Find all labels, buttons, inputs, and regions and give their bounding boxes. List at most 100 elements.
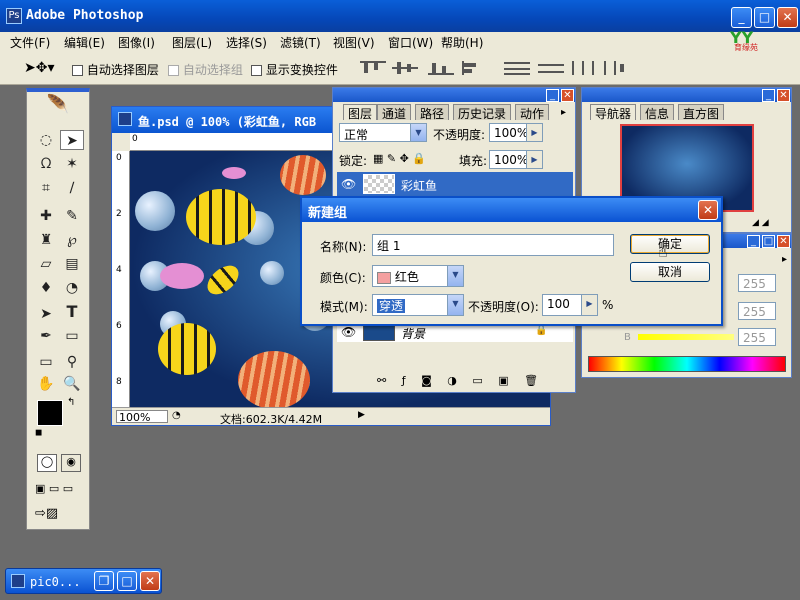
maximize-button[interactable]: □: [117, 571, 137, 591]
text-tool-icon[interactable]: T: [60, 302, 84, 322]
align-top-icon[interactable]: [360, 61, 386, 75]
panel-menu-icon[interactable]: ▸: [782, 254, 787, 265]
brush-tool-icon[interactable]: ✎: [60, 206, 84, 226]
menu-file[interactable]: 文件(F): [10, 34, 50, 51]
status-menu-icon[interactable]: ◔: [172, 410, 181, 421]
path-select-icon[interactable]: ➤: [34, 304, 58, 324]
layer-bottom-icons[interactable]: ⚯ ƒ ◙ ◑ ▭ ▣ 🗑: [337, 374, 573, 390]
align-middle-icon[interactable]: [392, 61, 418, 75]
tab-histogram[interactable]: 直方图: [678, 104, 725, 121]
move-tool-preset-icon[interactable]: ➤✥▾: [24, 60, 55, 76]
move-tool-icon[interactable]: ➤: [60, 130, 84, 150]
status-arrow-icon[interactable]: ▶: [358, 410, 365, 420]
gradient-tool-icon[interactable]: ▤: [60, 254, 84, 274]
layers-panel-titlebar[interactable]: [333, 88, 575, 102]
eye-icon[interactable]: 👁: [341, 325, 356, 339]
clone-stamp-icon[interactable]: ♜: [34, 230, 58, 250]
distribute-right-icon[interactable]: [600, 61, 626, 75]
cancel-button[interactable]: 取消: [630, 262, 710, 282]
dodge-tool-icon[interactable]: ◔: [60, 278, 84, 298]
opacity-field[interactable]: 100% ▶: [489, 123, 543, 142]
foreground-color-swatch[interactable]: [37, 400, 63, 426]
panel-minimize-button[interactable]: _: [546, 89, 559, 102]
menu-help[interactable]: 帮助(H): [441, 34, 483, 51]
tab-info[interactable]: 信息: [640, 104, 675, 121]
slice-tool-icon[interactable]: ∕: [60, 178, 84, 198]
standard-mode-icon[interactable]: ◯: [37, 454, 57, 472]
pen-tool-icon[interactable]: ✒: [34, 326, 58, 346]
color-b-slider[interactable]: [638, 334, 734, 340]
show-transform-checkbox[interactable]: 显示变换控件: [251, 61, 338, 78]
restore-button[interactable]: ❐: [94, 571, 114, 591]
screen-mode-icons[interactable]: ▣ ▭ ▭: [35, 482, 73, 495]
tab-history[interactable]: 历史记录: [453, 104, 512, 121]
menu-window[interactable]: 窗口(W): [388, 34, 433, 51]
magic-wand-icon[interactable]: ✶: [60, 154, 84, 174]
ok-button[interactable]: 确定: [630, 234, 710, 254]
align-bottom-icon[interactable]: [428, 61, 454, 75]
close-button[interactable]: ✕: [777, 7, 798, 28]
zoom-tool-icon[interactable]: 🔍: [60, 374, 84, 394]
distribute-vcenter-icon[interactable]: [538, 61, 564, 75]
history-brush-icon[interactable]: ℘: [60, 230, 84, 250]
color-value-b[interactable]: 255: [738, 328, 776, 346]
zoom-field[interactable]: 100%: [116, 410, 168, 424]
lasso-tool-icon[interactable]: ᘯ: [34, 154, 58, 174]
lock-icons[interactable]: ▦ ✎ ✥ 🔒: [373, 152, 426, 165]
eyedropper-icon[interactable]: ⚲: [60, 352, 84, 372]
menu-image[interactable]: 图像(I): [118, 34, 155, 51]
align-left-icon[interactable]: [462, 61, 488, 75]
fill-field[interactable]: 100% ▶: [489, 150, 543, 169]
auto-select-group-checkbox[interactable]: 自动选择组: [168, 61, 243, 78]
panel-minimize-button[interactable]: _: [747, 235, 760, 248]
tab-actions[interactable]: 动作: [515, 104, 550, 121]
blend-mode-select[interactable]: 正常 ▼: [339, 123, 427, 142]
tab-navigator[interactable]: 导航器: [590, 104, 637, 121]
navigator-zoom-slider[interactable]: ◢ ◢: [752, 218, 788, 228]
jump-to-imageready-icon[interactable]: ⇨▨: [35, 506, 58, 521]
shape-tool-icon[interactable]: ▭: [60, 326, 84, 346]
swap-colors-icon[interactable]: ↰: [67, 397, 75, 408]
panel-close-button[interactable]: ✕: [777, 235, 790, 248]
auto-select-layer-checkbox[interactable]: 自动选择图层: [72, 61, 159, 78]
eye-icon[interactable]: 👁: [341, 177, 356, 191]
color-spectrum[interactable]: [588, 356, 786, 372]
tab-paths[interactable]: 路径: [415, 104, 450, 121]
layer-row[interactable]: 👁 彩虹鱼: [337, 172, 573, 196]
dialog-close-button[interactable]: ✕: [698, 200, 718, 220]
maximize-button[interactable]: □: [754, 7, 775, 28]
menu-edit[interactable]: 编辑(E): [64, 34, 105, 51]
mode-select[interactable]: 穿透 ▼: [372, 294, 464, 316]
taskbar-item[interactable]: pic0... ❐ □ ✕: [5, 568, 162, 594]
tab-layers[interactable]: 图层: [343, 104, 378, 121]
distribute-top-icon[interactable]: [504, 61, 530, 75]
color-value-g[interactable]: 255: [738, 302, 776, 320]
minimize-button[interactable]: _: [731, 7, 752, 28]
color-value-r[interactable]: 255: [738, 274, 776, 292]
default-colors-icon[interactable]: ◼: [35, 428, 42, 438]
panel-close-button[interactable]: ✕: [561, 89, 574, 102]
panel-minimize-button[interactable]: _: [762, 89, 775, 102]
hand-tool-icon[interactable]: ✋: [34, 374, 58, 394]
crop-tool-icon[interactable]: ⌗: [34, 178, 58, 198]
healing-brush-icon[interactable]: ✚: [34, 206, 58, 226]
eraser-tool-icon[interactable]: ▱: [34, 254, 58, 274]
navigator-panel-titlebar[interactable]: [582, 88, 791, 102]
color-select[interactable]: 红色 ▼: [372, 265, 464, 287]
menu-view[interactable]: 视图(V): [333, 34, 375, 51]
distribute-left-icon[interactable]: [570, 61, 596, 75]
panel-maximize-button[interactable]: □: [762, 235, 775, 248]
panel-menu-icon[interactable]: ▸: [561, 107, 566, 118]
menu-filter[interactable]: 滤镜(T): [280, 34, 321, 51]
group-name-input[interactable]: 组 1: [372, 234, 614, 256]
menu-layer[interactable]: 图层(L): [172, 34, 212, 51]
marquee-tool-icon[interactable]: ◌: [34, 130, 58, 150]
quickmask-mode-icon[interactable]: ◉: [61, 454, 81, 472]
notes-tool-icon[interactable]: ▭: [34, 352, 58, 372]
panel-close-button[interactable]: ✕: [777, 89, 790, 102]
blur-tool-icon[interactable]: ♦: [34, 278, 58, 298]
close-button[interactable]: ✕: [140, 571, 160, 591]
tab-channels[interactable]: 通道: [377, 104, 412, 121]
dialog-opacity-field[interactable]: 100 ▶: [542, 294, 598, 316]
menu-select[interactable]: 选择(S): [226, 34, 267, 51]
